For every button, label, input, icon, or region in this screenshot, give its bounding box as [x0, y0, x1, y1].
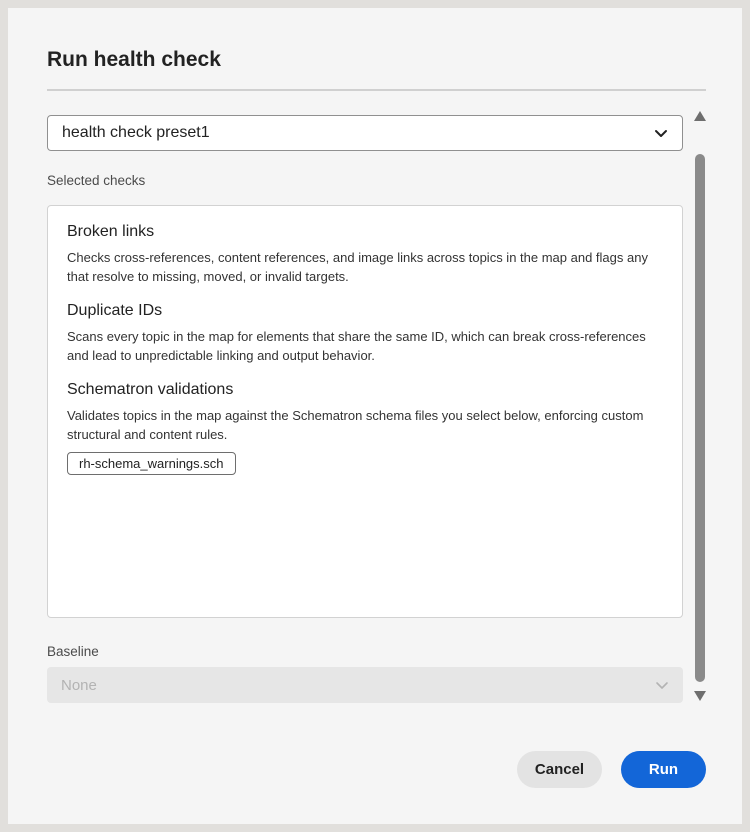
- run-button[interactable]: Run: [621, 751, 706, 788]
- check-item-broken-links: Broken links Checks cross-references, co…: [67, 222, 663, 286]
- baseline-dropdown[interactable]: None: [47, 667, 683, 703]
- check-description: Checks cross-references, content referen…: [67, 250, 648, 284]
- scroll-thumb[interactable]: [695, 154, 705, 682]
- check-description: Validates topics in the map against the …: [67, 408, 644, 442]
- cancel-button[interactable]: Cancel: [517, 751, 602, 788]
- baseline-dropdown-value: None: [61, 676, 97, 694]
- dialog-title: Run health check: [47, 48, 221, 71]
- chevron-down-icon: [656, 682, 668, 689]
- run-health-check-dialog: Run health check health check preset1 Se…: [8, 8, 742, 824]
- selected-checks-panel: Broken links Checks cross-references, co…: [47, 205, 683, 618]
- preset-dropdown-value: health check preset1: [62, 124, 210, 141]
- baseline-label: Baseline: [47, 644, 99, 659]
- check-name: Schematron validations: [67, 381, 234, 398]
- check-item-duplicate-ids: Duplicate IDs Scans every topic in the m…: [67, 301, 663, 365]
- check-name: Duplicate IDs: [67, 302, 163, 319]
- selected-checks-label: Selected checks: [47, 173, 146, 188]
- check-description: Scans every topic in the map for element…: [67, 329, 646, 363]
- dialog-scrollbar[interactable]: [691, 106, 709, 706]
- title-divider: [47, 89, 706, 91]
- check-item-schematron-validations: Schematron validations Validates topics …: [67, 380, 663, 475]
- schema-file-chip[interactable]: rh-schema_warnings.sch: [67, 452, 236, 475]
- triangle-up-icon[interactable]: [693, 110, 707, 122]
- chevron-down-icon: [655, 130, 667, 137]
- check-name: Broken links: [67, 223, 155, 240]
- preset-dropdown[interactable]: health check preset1: [47, 115, 683, 151]
- triangle-down-icon[interactable]: [693, 690, 707, 702]
